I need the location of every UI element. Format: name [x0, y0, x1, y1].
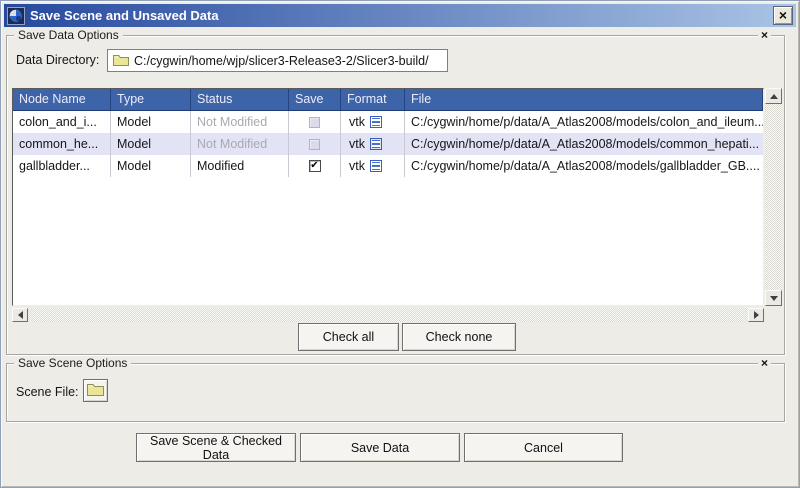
cell-format: vtk [341, 111, 405, 133]
format-menu-icon[interactable] [370, 160, 382, 172]
title-bar[interactable]: Save Scene and Unsaved Data × [4, 4, 796, 27]
cell-status: Modified [191, 155, 289, 177]
node-table: Node NameTypeStatusSaveFormatFile colon_… [12, 88, 764, 306]
cell-type: Model [111, 111, 191, 133]
save-data-options-title: Save Data Options [14, 28, 123, 42]
save-scene-and-checked-data-button[interactable]: Save Scene & Checked Data [136, 433, 296, 462]
check-all-button[interactable]: Check all [298, 323, 399, 351]
cell-format: vtk [341, 133, 405, 155]
cell-node-name: common_he... [13, 133, 111, 155]
data-directory-value: C:/cygwin/home/wjp/slicer3-Release3-2/Sl… [134, 54, 429, 68]
format-menu-icon[interactable] [370, 138, 382, 150]
table-row[interactable]: common_he...ModelNot Modified vtk C:/cygwi… [13, 133, 763, 155]
column-header-file[interactable]: File [405, 89, 763, 110]
node-table-body: colon_and_i...ModelNot Modified vtk C:/cyg… [13, 111, 763, 177]
cancel-button[interactable]: Cancel [464, 433, 623, 462]
horizontal-scrollbar-track[interactable] [28, 308, 748, 322]
vertical-scrollbar[interactable] [765, 88, 782, 306]
horizontal-scrollbar[interactable] [12, 308, 764, 322]
column-header-save[interactable]: Save [289, 89, 341, 110]
scroll-up-button[interactable] [765, 88, 782, 104]
column-header-node-name[interactable]: Node Name [13, 89, 111, 110]
cell-node-name: gallbladder... [13, 155, 111, 177]
data-directory-button[interactable]: C:/cygwin/home/wjp/slicer3-Release3-2/Sl… [107, 49, 448, 72]
save-data-button[interactable]: Save Data [300, 433, 460, 462]
app-icon [7, 7, 25, 25]
column-header-format[interactable]: Format [341, 89, 405, 110]
scene-file-label: Scene File: [16, 385, 79, 399]
table-row[interactable]: colon_and_i...ModelNot Modified vtk C:/cyg… [13, 111, 763, 133]
vertical-scrollbar-track[interactable] [765, 104, 782, 290]
cell-status: Not Modified [191, 133, 289, 155]
collapse-save-scene-icon[interactable]: × [758, 356, 771, 370]
folder-icon [113, 53, 129, 69]
cell-type: Model [111, 133, 191, 155]
column-header-type[interactable]: Type [111, 89, 191, 110]
collapse-save-data-icon[interactable]: × [758, 28, 771, 42]
column-header-status[interactable]: Status [191, 89, 289, 110]
save-checkbox [309, 139, 320, 150]
close-icon: × [779, 7, 787, 23]
scroll-down-button[interactable] [765, 290, 782, 306]
save-scene-options-title: Save Scene Options [14, 356, 131, 370]
close-button[interactable]: × [773, 6, 793, 25]
cell-save: ✔ [289, 155, 341, 177]
scroll-left-icon [18, 311, 23, 319]
cell-type: Model [111, 155, 191, 177]
scroll-left-button[interactable] [12, 308, 28, 322]
window-title: Save Scene and Unsaved Data [30, 8, 219, 23]
scroll-up-icon [770, 94, 778, 99]
cell-file: C:/cygwin/home/p/data/A_Atlas2008/models… [405, 133, 763, 155]
cell-save [289, 133, 341, 155]
check-none-button[interactable]: Check none [402, 323, 516, 351]
save-checkbox[interactable]: ✔ [309, 160, 321, 172]
cell-file: C:/cygwin/home/p/data/A_Atlas2008/models… [405, 111, 763, 133]
save-checkbox [309, 117, 320, 128]
scene-file-browse-button[interactable] [83, 379, 108, 402]
scroll-right-button[interactable] [748, 308, 764, 322]
cell-node-name: colon_and_i... [13, 111, 111, 133]
table-row[interactable]: gallbladder...ModelModified ✔ vtk C:/cygwin… [13, 155, 763, 177]
save-data-options-group: Save Data Options × Data Directory: C:/c… [6, 35, 785, 355]
cell-save [289, 111, 341, 133]
format-value: vtk [349, 155, 365, 177]
cell-file: C:/cygwin/home/p/data/A_Atlas2008/models… [405, 155, 763, 177]
save-scene-dialog: Save Scene and Unsaved Data × Save Data … [0, 0, 800, 488]
format-value: vtk [349, 133, 365, 155]
format-menu-icon[interactable] [370, 116, 382, 128]
save-scene-options-group: Save Scene Options × Scene File: [6, 363, 785, 422]
folder-icon [87, 382, 104, 399]
cell-format: vtk [341, 155, 405, 177]
data-directory-label: Data Directory: [16, 53, 99, 67]
scroll-right-icon [754, 311, 759, 319]
cell-status: Not Modified [191, 111, 289, 133]
scroll-down-icon [770, 296, 778, 301]
node-table-header: Node NameTypeStatusSaveFormatFile [13, 89, 763, 111]
format-value: vtk [349, 111, 365, 133]
